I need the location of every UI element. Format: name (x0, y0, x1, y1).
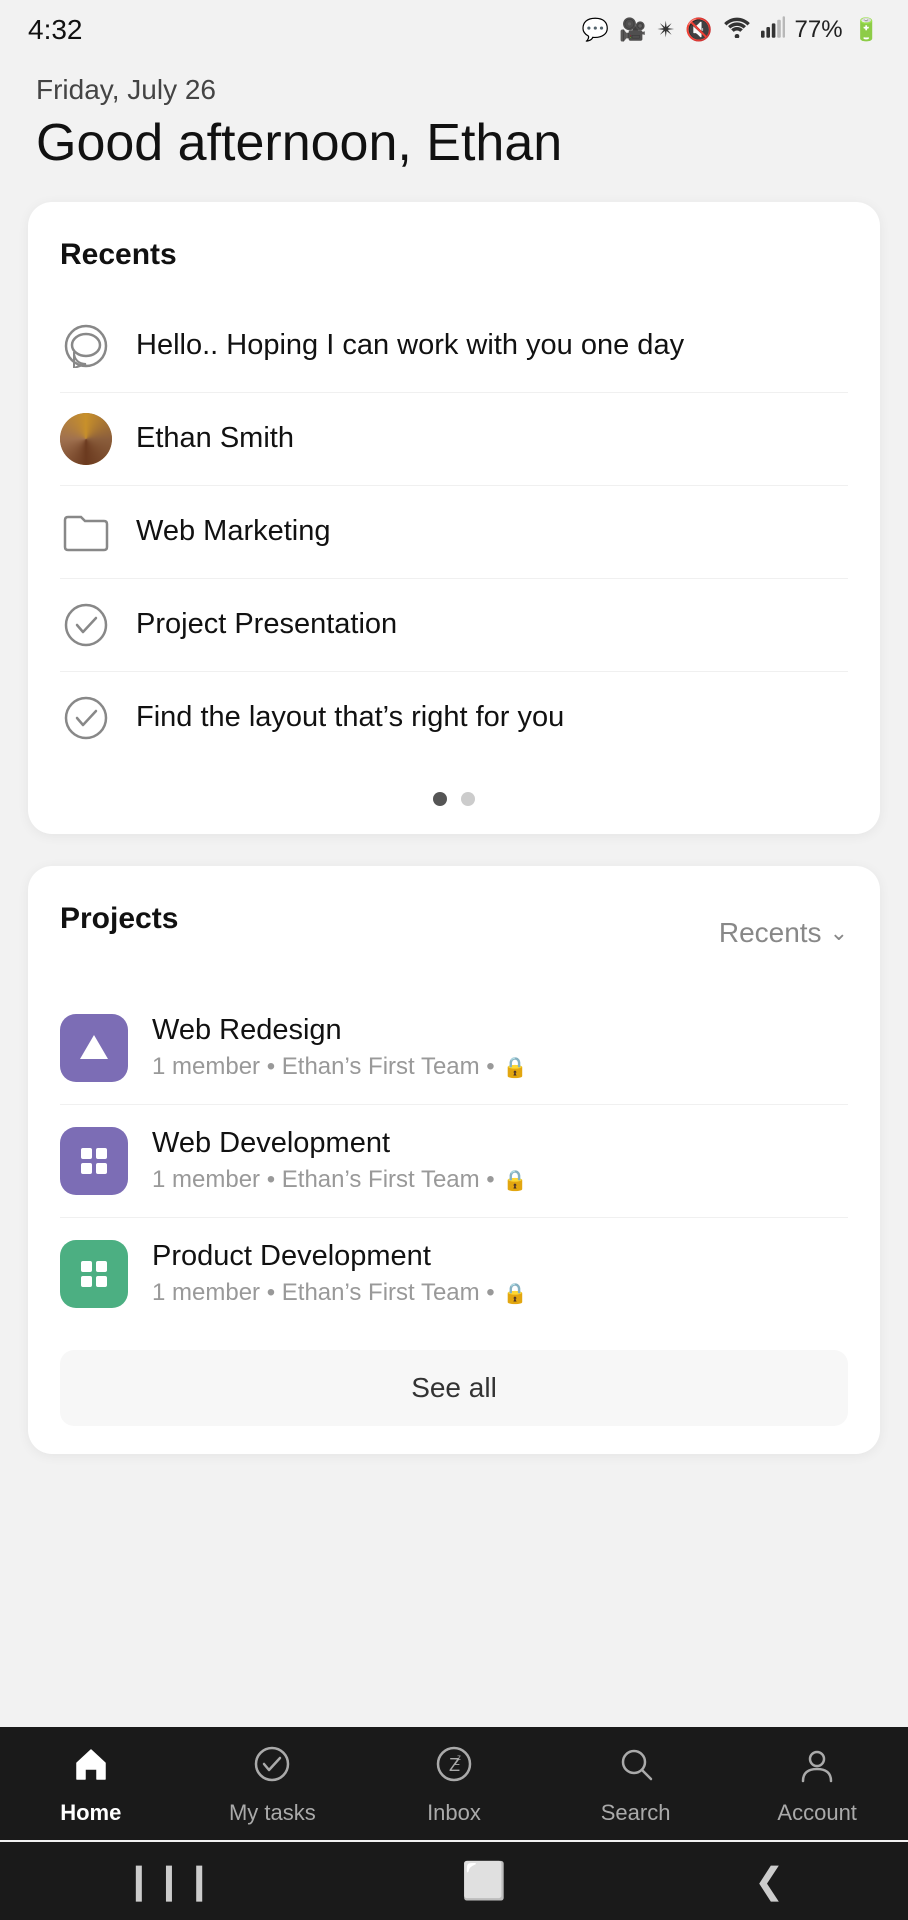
video-icon: 🎥 (619, 17, 646, 43)
mute-icon: 🔇 (685, 17, 712, 43)
battery-icon: 🔋 (853, 17, 880, 43)
projects-header: Projects Recents ⌄ (60, 902, 848, 964)
product-development-meta: 1 member • Ethan’s First Team • 🔒 (152, 1279, 528, 1307)
android-nav-bar: ❙❙❙ ⬜ ❮ (0, 1842, 908, 1920)
nav-inbox[interactable]: Z z z Inbox (394, 1745, 514, 1826)
check-circle-icon-1 (60, 599, 112, 651)
header: Friday, July 26 Good afternoon, Ethan (0, 56, 908, 202)
filter-label: Recents (719, 917, 822, 949)
nav-home-label: Home (60, 1800, 121, 1826)
recent-avatar-text: Ethan Smith (136, 422, 294, 455)
product-development-icon (60, 1240, 128, 1308)
product-development-info: Product Development 1 member • Ethan’s F… (152, 1240, 528, 1307)
recent-task1-text: Project Presentation (136, 608, 397, 641)
recent-item-avatar[interactable]: Ethan Smith (60, 393, 848, 486)
message-icon (60, 320, 112, 372)
status-icons: 💬 🎥 ✴ 🔇 77% 🔋 (582, 16, 880, 44)
nav-my-tasks-label: My tasks (229, 1800, 316, 1826)
date-label: Friday, July 26 (36, 74, 872, 106)
nav-home[interactable]: Home (31, 1745, 151, 1826)
recent-task2-text: Find the layout that’s right for you (136, 701, 564, 734)
my-tasks-icon (253, 1745, 291, 1792)
web-development-name: Web Development (152, 1127, 528, 1160)
carousel-dots (60, 792, 848, 806)
recent-message-text: Hello.. Hoping I can work with you one d… (136, 329, 684, 362)
web-development-info: Web Development 1 member • Ethan’s First… (152, 1127, 528, 1194)
web-redesign-icon (60, 1014, 128, 1082)
signal-icon (761, 16, 785, 44)
dot-2 (461, 792, 475, 806)
status-bar: 4:32 💬 🎥 ✴ 🔇 77% 🔋 (0, 0, 908, 56)
recents-title: Recents (60, 238, 848, 272)
nav-inbox-label: Inbox (427, 1800, 481, 1826)
account-icon (798, 1745, 836, 1792)
web-redesign-meta: 1 member • Ethan’s First Team • 🔒 (152, 1053, 528, 1081)
nav-search-label: Search (601, 1800, 671, 1826)
home-icon (72, 1745, 110, 1792)
battery-percent: 77% (795, 16, 843, 44)
home-button[interactable]: ⬜ (462, 1860, 507, 1902)
nav-my-tasks[interactable]: My tasks (212, 1745, 332, 1826)
lock-icon-3: 🔒 (503, 1281, 528, 1306)
project-item-web-redesign[interactable]: Web Redesign 1 member • Ethan’s First Te… (60, 992, 848, 1105)
recent-item-message[interactable]: Hello.. Hoping I can work with you one d… (60, 300, 848, 393)
avatar-icon (60, 413, 112, 465)
web-development-meta: 1 member • Ethan’s First Team • 🔒 (152, 1166, 528, 1194)
recents-list: Hello.. Hoping I can work with you one d… (60, 300, 848, 764)
project-list: Web Redesign 1 member • Ethan’s First Te… (60, 992, 848, 1330)
folder-icon (60, 506, 112, 558)
dot-1 (433, 792, 447, 806)
product-development-name: Product Development (152, 1240, 528, 1273)
bottom-nav: Home My tasks Z z z Inbox (0, 1727, 908, 1840)
recent-item-task1[interactable]: Project Presentation (60, 579, 848, 672)
recent-item-task2[interactable]: Find the layout that’s right for you (60, 672, 848, 764)
wifi-icon (723, 16, 751, 44)
nav-account-label: Account (777, 1800, 857, 1826)
nav-search[interactable]: Search (576, 1745, 696, 1826)
check-circle-icon-2 (60, 692, 112, 744)
project-item-web-development[interactable]: Web Development 1 member • Ethan’s First… (60, 1105, 848, 1218)
messenger-icon: 💬 (582, 17, 609, 43)
svg-text:z: z (457, 1753, 461, 1762)
web-redesign-name: Web Redesign (152, 1014, 528, 1047)
chevron-down-icon: ⌄ (830, 920, 848, 946)
nav-account[interactable]: Account (757, 1745, 877, 1826)
search-icon (617, 1745, 655, 1792)
recents-card: Recents Hello.. Hoping I can work with y… (28, 202, 880, 834)
filter-dropdown[interactable]: Recents ⌄ (719, 917, 848, 949)
recent-item-folder[interactable]: Web Marketing (60, 486, 848, 579)
recent-folder-text: Web Marketing (136, 515, 331, 548)
projects-title: Projects (60, 902, 178, 936)
inbox-icon: Z z z (435, 1745, 473, 1792)
back-button[interactable]: ❮ (754, 1860, 784, 1902)
greeting-text: Good afternoon, Ethan (36, 114, 872, 174)
lock-icon-1: 🔒 (503, 1055, 528, 1080)
project-item-product-development[interactable]: Product Development 1 member • Ethan’s F… (60, 1218, 848, 1330)
see-all-button[interactable]: See all (60, 1350, 848, 1426)
projects-card: Projects Recents ⌄ Web Redesign 1 member… (28, 866, 880, 1454)
recents-button[interactable]: ❙❙❙ (124, 1860, 215, 1902)
web-redesign-info: Web Redesign 1 member • Ethan’s First Te… (152, 1014, 528, 1081)
lock-icon-2: 🔒 (503, 1168, 528, 1193)
status-time: 4:32 (28, 14, 83, 46)
web-development-icon (60, 1127, 128, 1195)
bluetooth-icon: ✴ (657, 17, 675, 43)
